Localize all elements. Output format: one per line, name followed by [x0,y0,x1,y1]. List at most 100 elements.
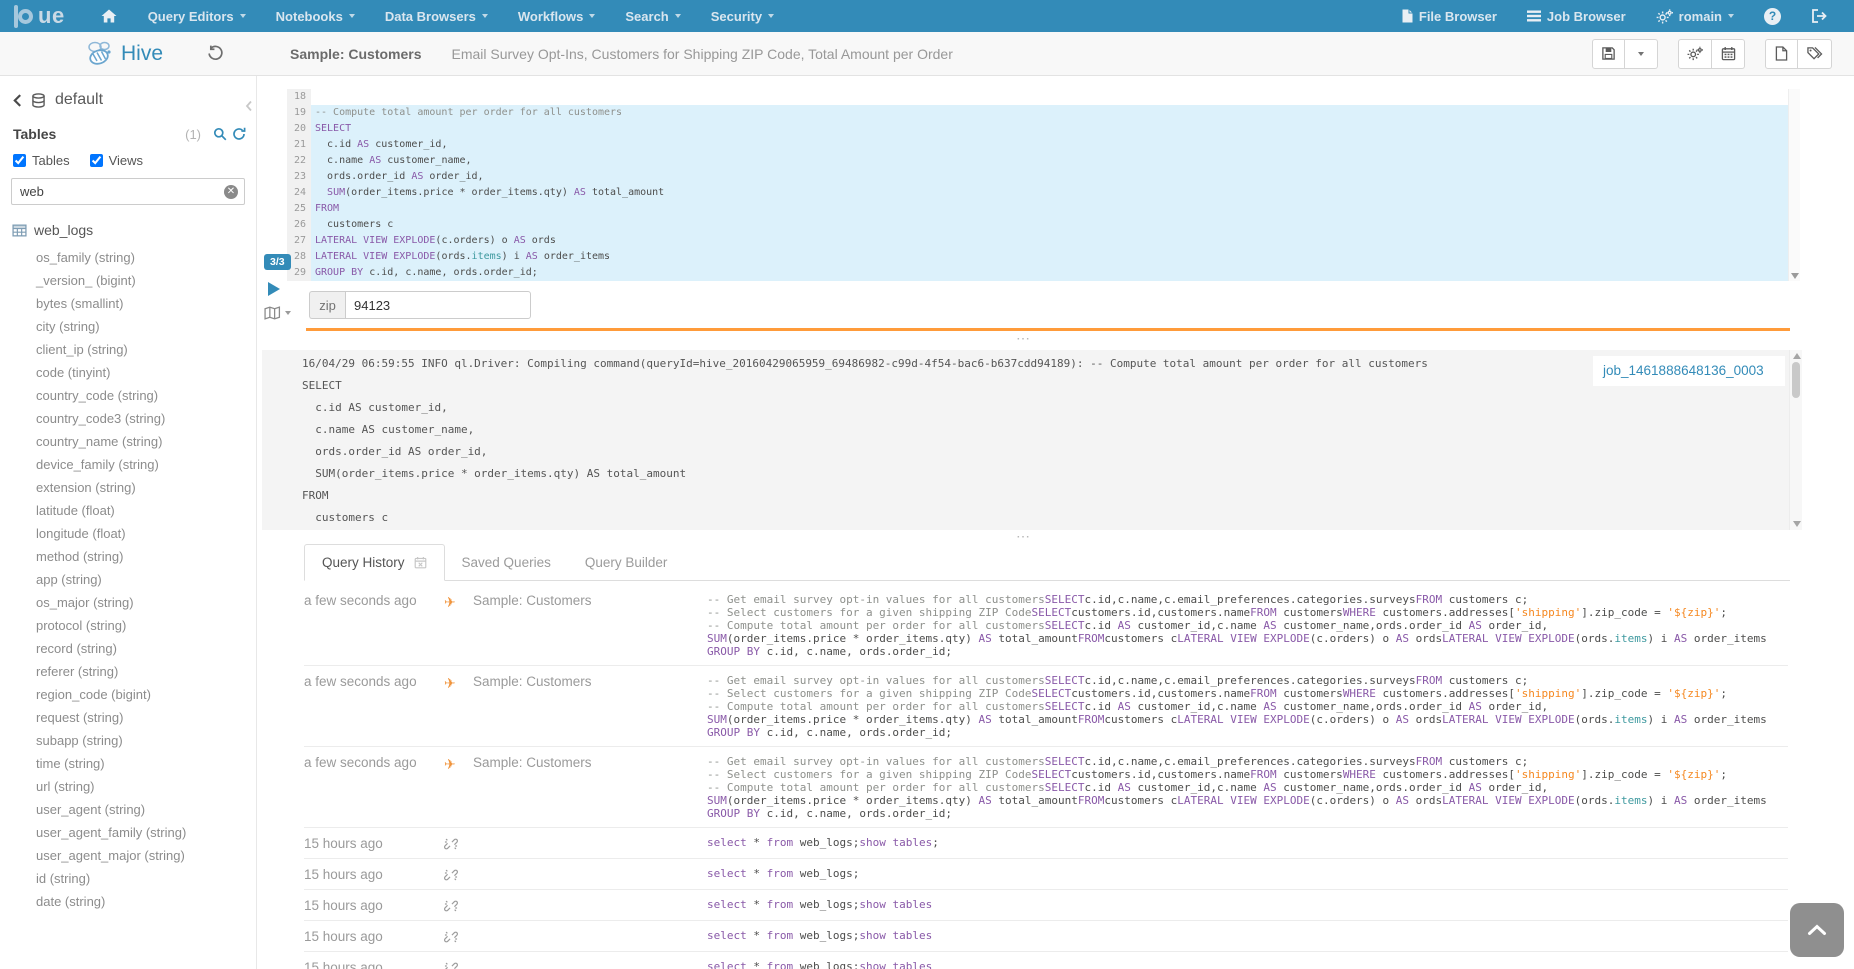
code-content[interactable]: ords.order_id AS order_id, [311,169,1788,185]
column-item[interactable]: device_family (string) [0,453,256,476]
tags-button[interactable] [1798,39,1832,69]
hue-logo[interactable]: ue [18,5,65,27]
variable-value-input[interactable] [345,291,531,319]
column-item[interactable]: extension (string) [0,476,256,499]
code-content[interactable]: SUM(order_items.price * order_items.qty)… [311,185,1788,201]
log-resize-handle[interactable]: ⋯ [257,334,1790,346]
nav-menu-security[interactable]: Security [696,0,789,32]
scrollbar-thumb[interactable] [1792,362,1800,398]
column-item[interactable]: referer (string) [0,660,256,683]
column-item[interactable]: id (string) [0,867,256,890]
log-scrollbar[interactable] [1789,350,1802,530]
scroll-to-top-button[interactable] [1790,903,1844,957]
sql-editor[interactable]: 1819-- Compute total amount per order fo… [287,89,1788,281]
column-item[interactable]: code (tinyint) [0,361,256,384]
execute-query-button[interactable] [268,282,280,296]
column-item[interactable]: os_major (string) [0,591,256,614]
nav-file-browser[interactable]: File Browser [1387,0,1512,32]
history-row[interactable]: a few seconds ago✈Sample: Customers-- Ge… [304,666,1788,747]
filter-tables-checkbox[interactable]: Tables [13,153,70,168]
code-content[interactable] [311,89,1788,105]
column-item[interactable]: country_code (string) [0,384,256,407]
code-line-23[interactable]: 23 ords.order_id AS order_id, [287,169,1788,185]
views-checkbox[interactable] [90,154,103,167]
column-item[interactable]: client_ip (string) [0,338,256,361]
column-item[interactable]: date (string) [0,890,256,913]
column-item[interactable]: user_agent_major (string) [0,844,256,867]
history-row[interactable]: 15 hours agoselect * from web_logs; [304,859,1788,890]
query-history-icon[interactable] [207,45,224,62]
code-line-25[interactable]: 25FROM [287,201,1788,217]
code-line-24[interactable]: 24 SUM(order_items.price * order_items.q… [287,185,1788,201]
code-line-27[interactable]: 27LATERAL VIEW EXPLODE(c.orders) o AS or… [287,233,1788,249]
history-row[interactable]: a few seconds ago✈Sample: Customers-- Ge… [304,585,1788,666]
column-item[interactable]: city (string) [0,315,256,338]
column-item[interactable]: user_agent_family (string) [0,821,256,844]
column-item[interactable]: os_family (string) [0,246,256,269]
refresh-icon[interactable] [232,127,246,141]
nav-menu-search[interactable]: Search [610,0,695,32]
nav-job-browser[interactable]: Job Browser [1512,0,1641,32]
column-item[interactable]: url (string) [0,775,256,798]
code-line-18[interactable]: 18 [287,89,1788,105]
column-item[interactable]: protocol (string) [0,614,256,637]
column-item[interactable]: app (string) [0,568,256,591]
scroll-up-icon[interactable] [1793,353,1801,359]
history-row[interactable]: a few seconds ago✈Sample: Customers-- Ge… [304,747,1788,828]
code-content[interactable]: GROUP BY c.id, c.name, ords.order_id; [311,265,1788,281]
code-content[interactable]: -- Compute total amount per order for al… [311,105,1788,121]
column-item[interactable]: region_code (bigint) [0,683,256,706]
code-content[interactable]: customers c [311,217,1788,233]
nav-menu-data-browsers[interactable]: Data Browsers [370,0,503,32]
document-title[interactable]: Sample: Customers [290,46,421,62]
history-row[interactable]: 15 hours agoselect * from web_logs;show … [304,952,1788,969]
code-line-22[interactable]: 22 c.name AS customer_name, [287,153,1788,169]
calendar-x-icon[interactable] [414,556,427,569]
code-line-29[interactable]: 29GROUP BY c.id, c.name, ords.order_id; [287,265,1788,281]
column-item[interactable]: country_code3 (string) [0,407,256,430]
tab-query-builder[interactable]: Query Builder [568,545,685,580]
document-description[interactable]: Email Survey Opt-Ins, Customers for Ship… [452,46,953,62]
database-name[interactable]: default [55,91,103,109]
column-item[interactable]: user_agent (string) [0,798,256,821]
nav-menu-notebooks[interactable]: Notebooks [261,0,370,32]
history-row[interactable]: 15 hours agoselect * from web_logs;show … [304,890,1788,921]
visual-explain-button[interactable] [264,306,291,320]
code-content[interactable]: LATERAL VIEW EXPLODE(c.orders) o AS ords [311,233,1788,249]
scroll-down-icon[interactable] [1791,273,1799,279]
nav-user-menu[interactable]: romain [1641,0,1749,32]
clear-filter-icon[interactable]: ✕ [224,185,238,199]
column-item[interactable]: bytes (smallint) [0,292,256,315]
back-chevron-icon[interactable] [13,94,22,107]
column-item[interactable]: subapp (string) [0,729,256,752]
history-row[interactable]: 15 hours agoselect * from web_logs;show … [304,828,1788,859]
schedule-button[interactable] [1712,39,1745,69]
code-content[interactable]: c.name AS customer_name, [311,153,1788,169]
editor-scrollbar[interactable] [1788,89,1800,281]
home-button[interactable] [85,0,133,32]
save-dropdown-button[interactable] [1625,39,1658,69]
column-item[interactable]: longitude (float) [0,522,256,545]
table-filter-input[interactable] [11,178,245,205]
search-icon[interactable] [213,127,227,141]
column-item[interactable]: record (string) [0,637,256,660]
code-line-21[interactable]: 21 c.id AS customer_id, [287,137,1788,153]
column-item[interactable]: method (string) [0,545,256,568]
nav-menu-workflows[interactable]: Workflows [503,0,611,32]
tab-query-history[interactable]: Query History [304,544,445,581]
scroll-down-icon[interactable] [1793,521,1801,527]
nav-help[interactable]: ? [1749,0,1796,32]
tables-checkbox[interactable] [13,154,26,167]
nav-menu-query-editors[interactable]: Query Editors [133,0,261,32]
settings-button[interactable] [1678,39,1712,69]
panel-collapse-icon[interactable] [245,100,253,112]
column-item[interactable]: country_name (string) [0,430,256,453]
code-line-19[interactable]: 19-- Compute total amount per order for … [287,105,1788,121]
code-content[interactable]: c.id AS customer_id, [311,137,1788,153]
new-query-button[interactable] [1765,39,1798,69]
code-content[interactable]: SELECT [311,121,1788,137]
column-item[interactable]: _version_ (bigint) [0,269,256,292]
job-link[interactable]: job_1461888648136_0003 [1603,363,1764,378]
code-line-26[interactable]: 26 customers c [287,217,1788,233]
column-item[interactable]: latitude (float) [0,499,256,522]
